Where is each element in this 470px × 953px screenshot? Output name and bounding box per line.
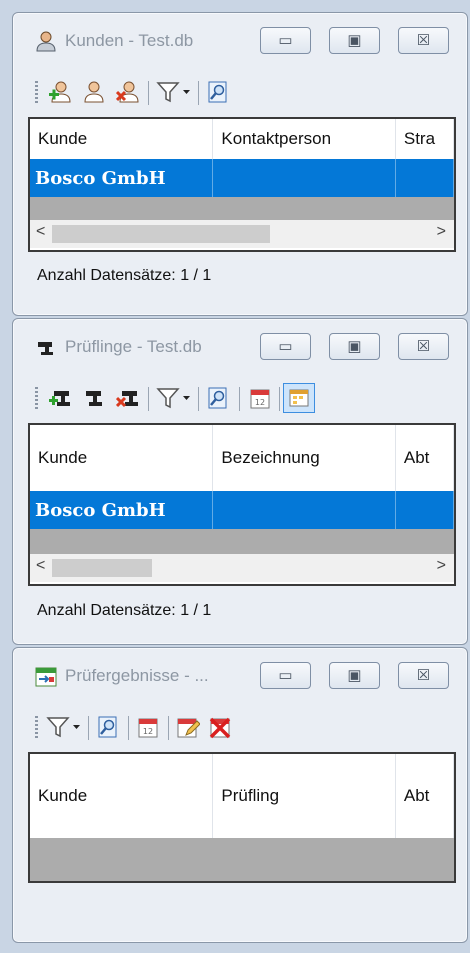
table-row[interactable]: Bosco GmbH [30,159,454,197]
cell-bezeichnung [213,491,396,529]
toolbar-separator [279,387,280,411]
toolbar-separator [148,387,149,411]
cell-kontaktperson [213,159,396,197]
delete-calendar-icon[interactable] [207,714,233,740]
person-icon[interactable] [81,79,107,105]
svg-text:12: 12 [143,727,153,736]
column-header-strasse[interactable]: Stra [396,119,454,159]
toolbar-separator [128,716,129,740]
close-button[interactable]: ☒ [398,333,449,360]
calendar-grid-icon[interactable] [283,383,315,413]
cell-kunde: Bosco GmbH [30,159,214,197]
cell-abt [396,491,454,529]
title-bar[interactable]: Prüfergebnisse - ... ▭ ▣ ☒ [13,648,467,704]
delete-plug-icon[interactable] [115,385,141,411]
column-header-bezeichnung[interactable]: Bezeichnung [213,425,396,491]
horizontal-scrollbar[interactable]: < > [30,220,454,248]
calendar-arrow-icon [35,667,57,687]
cell-strasse [396,159,454,197]
add-plug-icon[interactable] [47,385,73,411]
plug-icon [38,342,53,355]
filter-icon[interactable] [155,385,193,411]
toolbar: 12 [35,710,447,746]
window-title: Prüfergebnisse - ... [65,666,209,685]
grid-header: Kunde Prüfling Abt [30,754,454,838]
toolbar [35,75,447,111]
scroll-left-icon[interactable]: < [36,223,45,241]
calendar-icon[interactable]: 12 [247,385,273,411]
toolbar-separator [168,716,169,740]
toolbar-separator [148,81,149,105]
edit-calendar-icon[interactable] [175,714,201,740]
column-header-kunde[interactable]: Kunde [30,754,214,838]
data-grid[interactable]: Kunde Prüfling Abt [28,752,456,883]
title-bar[interactable]: Kunden - Test.db ▭ ▣ ☒ [13,13,467,69]
toolbar-grip[interactable] [35,387,38,411]
scrollbar-thumb[interactable] [52,225,270,243]
scroll-left-icon[interactable]: < [36,557,45,575]
column-header-abt[interactable]: Abt [396,425,454,491]
search-document-icon[interactable] [95,714,121,740]
grid-header: Kunde Bezeichnung Abt [30,425,454,491]
plug-icon[interactable] [81,385,107,411]
minimize-button[interactable]: ▭ [260,662,311,689]
filter-icon[interactable] [45,714,83,740]
grid-empty-area [30,838,454,881]
toolbar-grip[interactable] [35,81,38,105]
scroll-right-icon[interactable]: > [437,223,446,241]
search-document-icon[interactable] [205,79,231,105]
horizontal-scrollbar[interactable]: < > [30,554,454,582]
toolbar: 12 [35,381,447,417]
cell-kunde: Bosco GmbH [30,491,214,529]
prufergebnisse-window: Prüfergebnisse - ... ▭ ▣ ☒ 12 Kunde Prüf… [12,647,468,943]
grid-header: Kunde Kontaktperson Stra [30,119,454,159]
maximize-button[interactable]: ▣ [329,662,380,689]
close-button[interactable]: ☒ [398,27,449,54]
maximize-button[interactable]: ▣ [329,333,380,360]
svg-text:12: 12 [255,398,265,407]
toolbar-separator [88,716,89,740]
table-row[interactable]: Bosco GmbH [30,491,454,529]
window-title: Prüflinge - Test.db [65,337,202,356]
data-grid[interactable]: Kunde Bezeichnung Abt Bosco GmbH < > [28,423,456,586]
filter-icon[interactable] [155,79,193,105]
status-record-count: Anzahl Datensätze: 1 / 1 [37,267,212,284]
kunden-window: Kunden - Test.db ▭ ▣ ☒ Kunde Kontaktpers… [12,12,468,316]
toolbar-separator [239,387,240,411]
maximize-button[interactable]: ▣ [329,27,380,54]
minimize-button[interactable]: ▭ [260,27,311,54]
column-header-abt[interactable]: Abt [396,754,454,838]
pruflinge-window: Prüflinge - Test.db ▭ ▣ ☒ 12 Kunde Bezei… [12,318,468,645]
toolbar-separator [198,81,199,105]
toolbar-separator [198,387,199,411]
grid-empty-area [30,529,454,554]
column-header-kunde[interactable]: Kunde [30,119,214,159]
calendar-icon[interactable]: 12 [135,714,161,740]
data-grid[interactable]: Kunde Kontaktperson Stra Bosco GmbH < > [28,117,456,252]
scrollbar-thumb[interactable] [52,559,152,577]
search-document-icon[interactable] [205,385,231,411]
person-icon [36,31,56,52]
status-record-count: Anzahl Datensätze: 1 / 1 [37,602,212,619]
add-person-icon[interactable] [47,79,73,105]
grid-empty-area [30,197,454,220]
close-button[interactable]: ☒ [398,662,449,689]
column-header-kontaktperson[interactable]: Kontaktperson [213,119,396,159]
column-header-kunde[interactable]: Kunde [30,425,214,491]
delete-person-icon[interactable] [115,79,141,105]
title-bar[interactable]: Prüflinge - Test.db ▭ ▣ ☒ [13,319,467,375]
window-title: Kunden - Test.db [65,31,194,50]
toolbar-grip[interactable] [35,716,38,740]
column-header-prufling[interactable]: Prüfling [213,754,396,838]
minimize-button[interactable]: ▭ [260,333,311,360]
scroll-right-icon[interactable]: > [437,557,446,575]
